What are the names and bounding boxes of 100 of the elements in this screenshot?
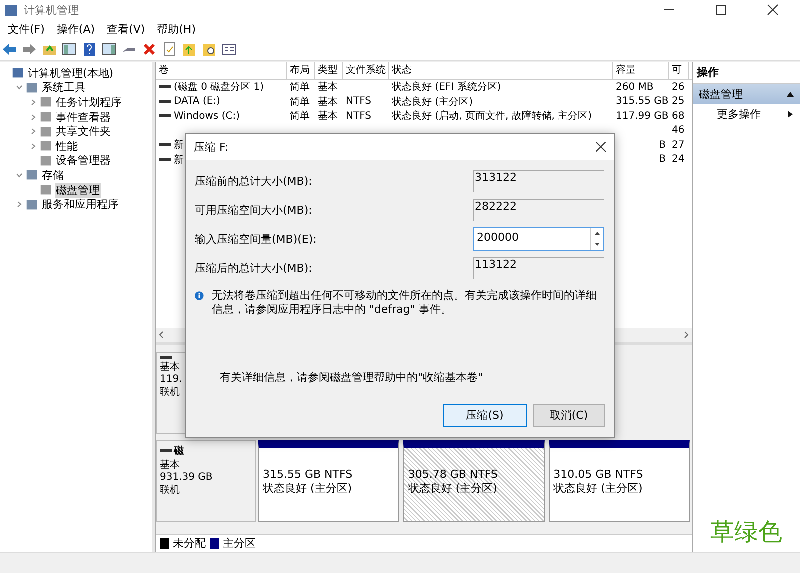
collapse-icon [787, 90, 794, 98]
table-cell: 26 [672, 82, 685, 93]
column-header[interactable]: 状态 [389, 62, 613, 79]
spin-up-icon[interactable] [594, 232, 600, 235]
chevron-right-icon[interactable] [30, 128, 37, 136]
table-cell-text: 基本 [318, 80, 338, 94]
folder-icon[interactable] [182, 42, 197, 56]
delete-icon[interactable] [142, 42, 157, 56]
tree-item[interactable]: 事件查看器 [55, 110, 112, 125]
field-label: 压缩后的总计大小(MB): [195, 260, 312, 276]
info-text: 无法将卷压缩到超出任何不可移动的文件所在的点。有关完成该操作时间的详细信息，请参阅应用程序日志中的 "defrag" 事件。 [212, 289, 598, 317]
folder-search-icon[interactable] [202, 42, 217, 56]
tree-item[interactable]: 服务和应用程序 [41, 197, 120, 212]
actions-section-header[interactable]: 磁盘管理 [693, 84, 800, 104]
table-cell: 24 [672, 154, 685, 166]
tree-item[interactable]: 磁盘管理 [55, 182, 101, 198]
table-cell-text: 简单 [290, 96, 310, 109]
help-icon[interactable] [82, 42, 97, 56]
forward-icon[interactable] [22, 42, 37, 56]
tree-node-icon [40, 111, 52, 124]
partition-block[interactable]: 305.78 GB NTFS 状态良好 (主分区) [403, 440, 545, 522]
field-label: 压缩前的总计大小(MB): [195, 174, 312, 188]
table-cell: NTFS [346, 110, 372, 122]
chevron-down-icon[interactable] [16, 172, 23, 179]
table-cell-text: 基本 [318, 110, 338, 124]
chevron-right-icon[interactable] [30, 142, 37, 150]
close-icon[interactable] [596, 142, 606, 152]
disk-size: 119. [160, 374, 182, 385]
tree-node-icon [26, 169, 38, 182]
panel-icon[interactable] [102, 42, 117, 56]
table-cell: 27 [672, 140, 685, 151]
spin-down-icon[interactable] [594, 243, 600, 246]
tree-node-icon [40, 184, 52, 196]
tree-item[interactable]: 系统工具 [41, 80, 87, 96]
table-cell: B [659, 140, 666, 151]
dialog-button[interactable]: 取消(C) [533, 404, 605, 427]
tree-node-icon [40, 140, 52, 152]
legend-label: 未分配 [173, 536, 206, 551]
table-cell: NTFS [346, 96, 372, 108]
chevron-right-icon[interactable] [30, 98, 37, 106]
readonly-field: 113122 [473, 257, 604, 279]
table-cell-text: (磁盘 0 磁盘分区 1) [174, 81, 264, 94]
table-cell: Windows (C:) [174, 110, 240, 122]
menu-item[interactable]: 文件(F) [2, 22, 51, 36]
readonly-field: 313122 [473, 170, 604, 192]
chevron-right-icon[interactable] [16, 201, 23, 208]
scroll-left-icon[interactable] [159, 331, 164, 339]
tree-item[interactable]: 计算机管理(本地) [27, 66, 115, 81]
spin-field[interactable]: 200000 [473, 227, 604, 251]
partition-status: 状态良好 (主分区) [408, 481, 498, 496]
disk-status: 联机 [160, 484, 180, 497]
partition-size: 315.55 GB NTFS [263, 468, 354, 481]
volume-icon [159, 158, 171, 162]
field-label: 输入压缩空间量(MB)(E): [195, 232, 317, 246]
partition-size: 310.05 GB NTFS [554, 468, 644, 481]
disk-type: 基本 [160, 458, 180, 472]
column-header[interactable]: 容量 [613, 62, 669, 79]
properties-icon[interactable] [222, 42, 237, 56]
tree-item[interactable]: 任务计划程序 [55, 94, 123, 110]
column-header[interactable]: 布局 [287, 62, 315, 79]
table-cell-text: 新 [174, 154, 184, 167]
column-header[interactable]: 卷 [156, 62, 287, 79]
info-icon [195, 289, 204, 303]
menu-item[interactable]: 帮助(H) [151, 22, 202, 36]
table-cell: 260 MB [616, 82, 654, 93]
chevron-down-icon[interactable] [16, 84, 23, 92]
table-cell-text: 基本 [318, 96, 338, 109]
scroll-right-icon[interactable] [684, 331, 689, 339]
chevron-right-icon[interactable] [30, 114, 37, 121]
tree-item[interactable]: 存储 [41, 168, 65, 183]
document-check-icon[interactable] [162, 42, 177, 56]
readonly-field: 282222 [473, 199, 604, 221]
dialog-title: 压缩 F: [194, 140, 229, 154]
table-cell: 315.55 GB [616, 96, 669, 108]
column-header[interactable]: 类型 [315, 62, 343, 79]
dialog-button[interactable]: 压缩(S) [443, 404, 527, 427]
disk-type: 基本 [160, 360, 180, 374]
tree-node-icon [12, 67, 24, 80]
partition-block[interactable]: 310.05 GB NTFS 状态良好 (主分区) [548, 440, 690, 522]
column-header[interactable]: 可 [669, 62, 689, 79]
table-cell: 117.99 GB [616, 110, 669, 122]
field-label: 可用压缩空间大小(MB): [195, 202, 312, 218]
window-title: 计算机管理 [24, 2, 80, 18]
column-header[interactable]: 文件系统 [343, 62, 389, 79]
table-cell-text: 简单 [290, 110, 310, 124]
table-cell: 46 [672, 125, 685, 136]
legend-label: 主分区 [223, 536, 256, 551]
tree-node-icon [40, 96, 52, 108]
menu-item[interactable]: 操作(A) [50, 22, 102, 36]
disk-status: 联机 [160, 386, 180, 399]
menu-item[interactable]: 查看(V) [101, 22, 152, 36]
partition-block[interactable]: 315.55 GB NTFS 状态良好 (主分区) [258, 440, 400, 522]
tree-item[interactable]: 共享文件夹 [55, 124, 112, 140]
tree-item[interactable]: 设备管理器 [55, 153, 112, 168]
back-icon[interactable] [2, 42, 17, 56]
action-item[interactable]: 更多操作 [693, 104, 800, 124]
volume-icon [159, 100, 171, 104]
tree-item[interactable]: 性能 [55, 138, 79, 154]
table-cell-text: 新 [174, 138, 184, 152]
panel-icon[interactable] [62, 42, 77, 56]
